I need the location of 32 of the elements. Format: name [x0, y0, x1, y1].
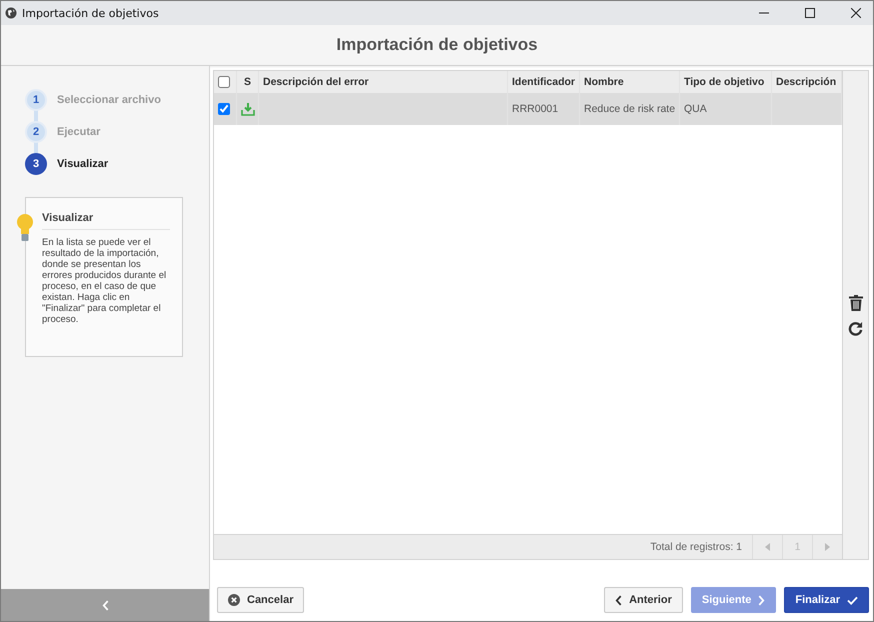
- chevron-left-icon: [102, 600, 108, 610]
- step-number: 3: [25, 153, 47, 175]
- row-checkbox[interactable]: [218, 103, 230, 115]
- table-cell: RRR0001: [512, 103, 558, 115]
- select-all-checkbox[interactable]: [218, 76, 230, 88]
- back-button[interactable]: Anterior: [604, 587, 683, 613]
- step-number: 1: [25, 89, 47, 111]
- step-number: 2: [25, 121, 47, 143]
- table-row[interactable]: RRR0001 Reduce de risk rate QUA: [214, 93, 842, 125]
- checkmark-icon: [847, 596, 858, 604]
- dialog-title: Importación de objetivos: [336, 35, 538, 55]
- window-title: Importación de objetivos: [22, 6, 159, 20]
- download-icon: [240, 102, 254, 116]
- table-cell: Reduce de risk rate: [584, 103, 676, 115]
- chevron-right-icon: [758, 594, 766, 606]
- close-icon: [228, 594, 240, 606]
- close-icon[interactable]: [851, 8, 861, 18]
- table-cell: QUA: [684, 103, 707, 115]
- maximize-icon[interactable]: [805, 8, 815, 18]
- step-label[interactable]: Visualizar: [57, 158, 108, 170]
- triangle-left-icon: [765, 543, 770, 551]
- triangle-right-icon: [825, 543, 830, 551]
- help-text: En la lista se puede ver el resultado de la importación, donde se presentan los errores producidos durante el proceso, en el caso de que existan. Haga clic en "Finalizar" para completar el proceso.: [42, 237, 168, 325]
- globe-icon: [5, 7, 17, 19]
- lightbulb-icon: [17, 214, 33, 244]
- help-title: Visualizar: [42, 212, 170, 230]
- delete-icon[interactable]: [848, 294, 862, 310]
- finish-button[interactable]: Finalizar: [784, 587, 869, 613]
- chevron-left-icon: [615, 594, 622, 606]
- record-count: Total de registros: 1: [650, 541, 742, 553]
- cancel-button[interactable]: Cancelar: [217, 587, 304, 613]
- refresh-icon[interactable]: [848, 320, 863, 336]
